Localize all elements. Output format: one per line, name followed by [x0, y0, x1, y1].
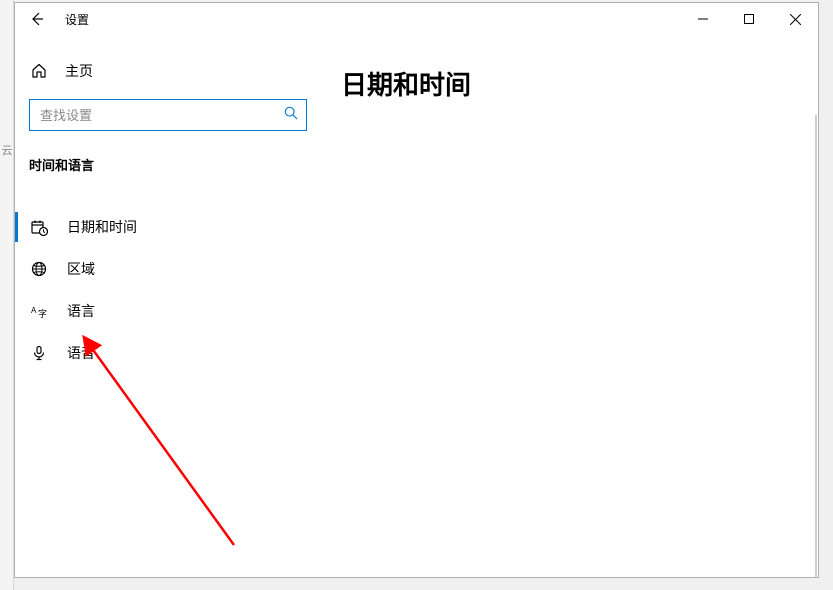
- nav-item-label: 区域: [67, 259, 95, 279]
- window-controls: [680, 3, 818, 35]
- nav-item-label: 日期和时间: [67, 217, 137, 237]
- minimize-icon: [698, 14, 708, 24]
- nav-list: 日期和时间 区域 A字 语言: [15, 206, 321, 374]
- microphone-icon: [29, 345, 49, 361]
- nav-item-label: 语音: [67, 343, 95, 363]
- calendar-clock-icon: [29, 219, 49, 236]
- search-icon: [284, 106, 298, 125]
- nav-item-region[interactable]: 区域: [15, 248, 321, 290]
- main-panel: 日期和时间: [321, 35, 818, 577]
- close-button[interactable]: [772, 3, 818, 35]
- search-input[interactable]: [40, 108, 284, 123]
- vertical-scrollbar[interactable]: [815, 115, 817, 577]
- content-area: 主页 时间和语言 日期和时间: [15, 35, 818, 577]
- language-icon: A字: [29, 303, 49, 319]
- home-button[interactable]: 主页: [15, 53, 321, 89]
- globe-icon: [29, 261, 49, 277]
- maximize-icon: [744, 14, 754, 24]
- nav-item-speech[interactable]: 语音: [15, 332, 321, 374]
- search-input-container[interactable]: [29, 99, 307, 131]
- svg-text:字: 字: [38, 308, 47, 319]
- maximize-button[interactable]: [726, 3, 772, 35]
- titlebar: 设置: [15, 3, 818, 35]
- window-title: 设置: [65, 11, 89, 28]
- home-icon: [29, 63, 49, 79]
- page-title: 日期和时间: [341, 65, 798, 102]
- background-glyph: 云: [0, 130, 14, 170]
- minimize-button[interactable]: [680, 3, 726, 35]
- back-button[interactable]: [15, 3, 59, 35]
- background-left-strip: 云: [0, 0, 14, 590]
- nav-item-date-time[interactable]: 日期和时间: [15, 206, 321, 248]
- close-icon: [790, 14, 801, 25]
- home-label: 主页: [65, 61, 93, 81]
- nav-item-label: 语言: [67, 301, 95, 321]
- sidebar: 主页 时间和语言 日期和时间: [15, 35, 321, 577]
- nav-item-language[interactable]: A字 语言: [15, 290, 321, 332]
- back-arrow-icon: [29, 11, 45, 27]
- settings-window: 设置 主页: [14, 2, 819, 578]
- svg-text:A: A: [31, 306, 37, 315]
- section-header: 时间和语言: [15, 149, 321, 184]
